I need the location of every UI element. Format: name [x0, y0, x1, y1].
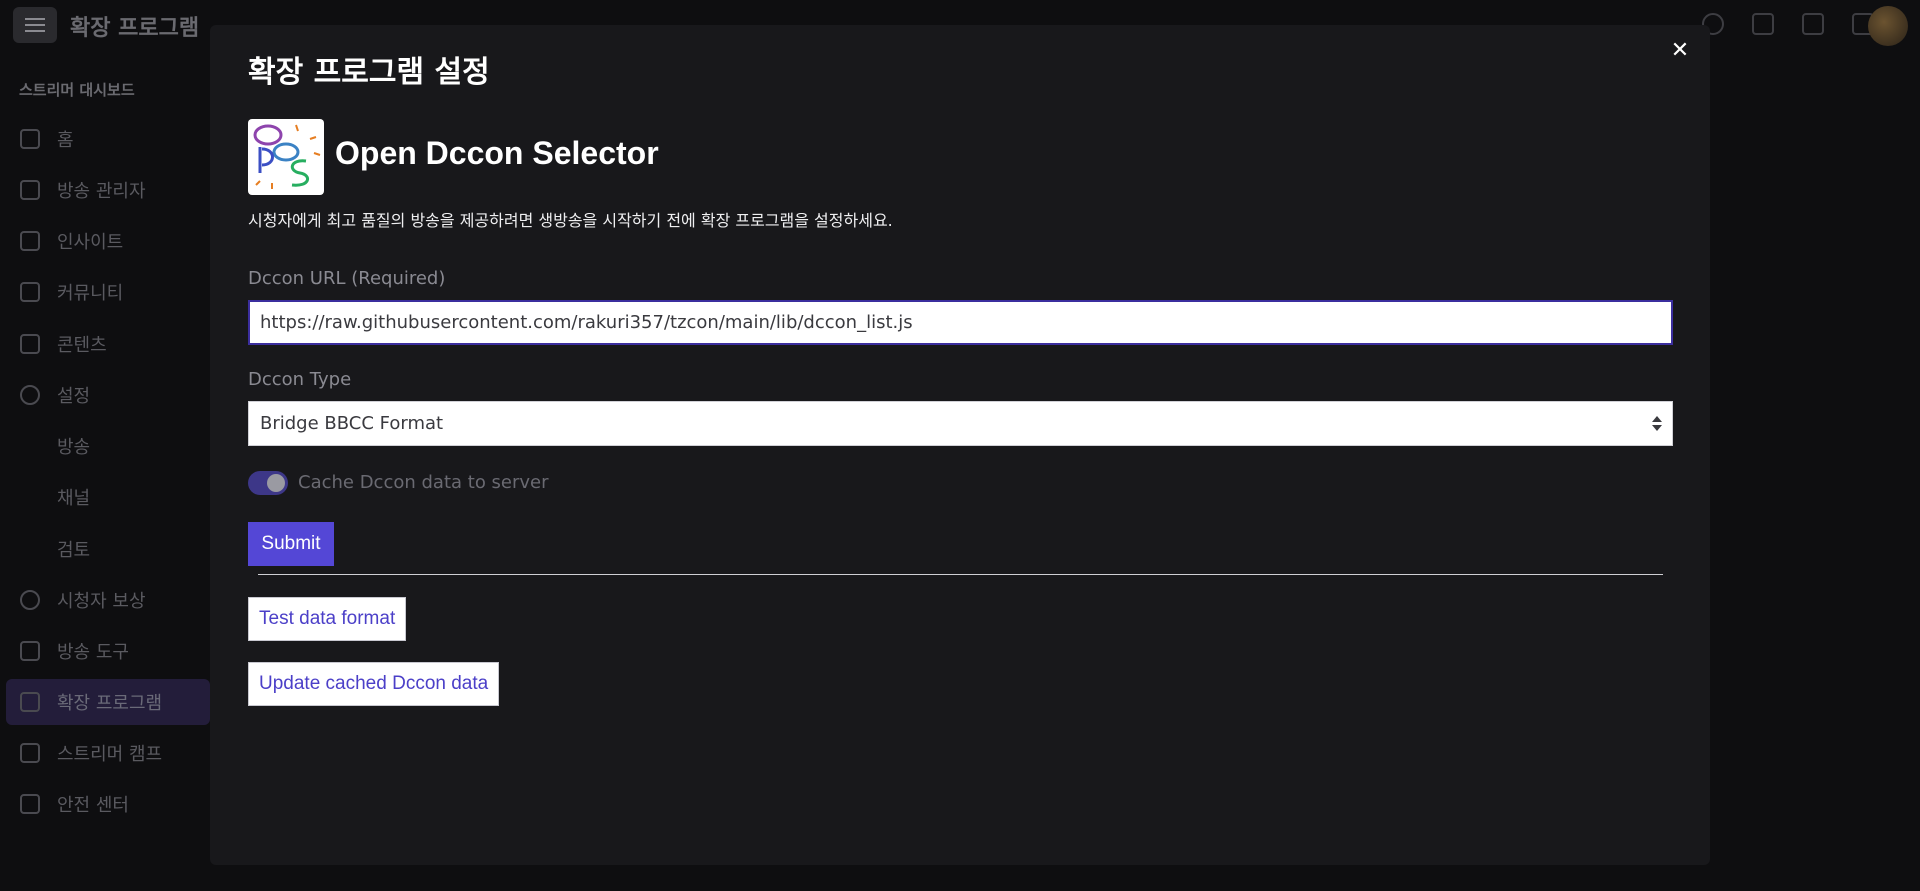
avatar[interactable] [1868, 6, 1908, 46]
dccon-type-value: Bridge BBCC Format [260, 413, 444, 434]
sidebar-item-extensions[interactable]: 확장 프로그램 [6, 679, 210, 725]
extension-logo [248, 119, 324, 195]
hamburger-icon [25, 18, 45, 32]
sidebar-item-review[interactable]: 검토 [6, 526, 210, 572]
cache-toggle[interactable] [248, 471, 288, 495]
sidebar: 스트리머 대시보드 홈 방송 관리자 인사이트 커뮤니티 콘텐츠 설정 방송 채… [0, 50, 210, 891]
modal-title: 확장 프로그램 설정 [248, 55, 490, 90]
sidebar-item-community[interactable]: 커뮤니티 [6, 269, 210, 315]
sidebar-item-channel[interactable]: 채널 [6, 474, 210, 520]
sidebar-item-insights[interactable]: 인사이트 [6, 218, 210, 264]
extension-settings-modal: ✕ 확장 프로그램 설정 Open Dccon Selector 시청자에게 최… [210, 25, 1710, 865]
sidebar-item-content[interactable]: 콘텐츠 [6, 321, 210, 367]
dccon-url-input[interactable] [248, 300, 1673, 345]
chart-icon [20, 231, 40, 251]
home-icon [20, 129, 40, 149]
puzzle-icon [20, 692, 40, 712]
close-button[interactable]: ✕ [1668, 39, 1692, 63]
dccon-type-select[interactable]: Bridge BBCC Format [248, 401, 1673, 446]
submit-button[interactable]: Submit [248, 522, 334, 566]
sidebar-item-safety-center[interactable]: 안전 센터 [6, 781, 210, 827]
sidebar-item-settings[interactable]: 설정 [6, 372, 210, 418]
broadcast-icon [20, 180, 40, 200]
mail-icon[interactable] [1802, 13, 1824, 35]
type-field-label: Dccon Type [248, 369, 352, 390]
url-field-label: Dccon URL (Required) [248, 268, 446, 289]
divider [258, 574, 1663, 575]
cache-toggle-label: Cache Dccon data to server [298, 472, 549, 493]
sidebar-heading: 스트리머 대시보드 [19, 81, 135, 99]
close-icon: ✕ [1670, 38, 1690, 63]
menu-button[interactable] [13, 7, 57, 43]
sidebar-item-creator-camp[interactable]: 스트리머 캠프 [6, 730, 210, 776]
toggle-knob [267, 474, 285, 492]
sidebar-item-stream[interactable]: 방송 [6, 423, 210, 469]
select-arrows-icon [1652, 414, 1662, 434]
extension-description: 시청자에게 최고 품질의 방송을 제공하려면 생방송을 시작하기 전에 확장 프… [248, 211, 893, 230]
update-cached-data-button[interactable]: Update cached Dccon data [248, 662, 500, 706]
sparkle-icon[interactable] [1752, 13, 1774, 35]
extension-name: Open Dccon Selector [335, 135, 659, 171]
book-icon [20, 743, 40, 763]
page-title: 확장 프로그램 [70, 16, 200, 41]
film-icon [20, 334, 40, 354]
test-data-format-button[interactable]: Test data format [248, 597, 407, 641]
camera-icon [20, 641, 40, 661]
gear-icon [20, 385, 40, 405]
sidebar-item-viewer-rewards[interactable]: 시청자 보상 [6, 577, 210, 623]
sidebar-item-home[interactable]: 홈 [6, 116, 210, 162]
smile-icon [20, 590, 40, 610]
sidebar-item-stream-manager[interactable]: 방송 관리자 [6, 167, 210, 213]
sidebar-item-stream-tools[interactable]: 방송 도구 [6, 628, 210, 674]
community-icon [20, 282, 40, 302]
shield-icon [20, 794, 40, 814]
